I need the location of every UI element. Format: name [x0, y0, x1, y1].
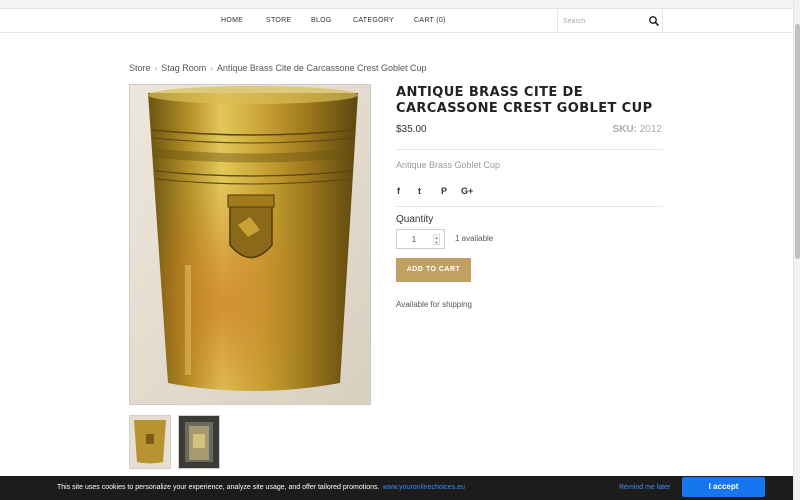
pinterest-icon[interactable]: P	[441, 186, 447, 196]
facebook-icon[interactable]: f	[397, 186, 400, 196]
scrollbar-thumb[interactable]	[795, 24, 800, 259]
twitter-icon[interactable]: t	[418, 186, 421, 196]
cookie-message: This site uses cookies to personalize yo…	[57, 484, 380, 491]
nav-home[interactable]: HOME	[221, 17, 243, 41]
product-thumbnail-2[interactable]	[178, 415, 220, 469]
accept-button[interactable]: I accept	[682, 477, 765, 497]
breadcrumb-current: Antique Brass Cite de Carcassone Crest G…	[216, 63, 427, 73]
nav-category[interactable]: CATEGORY	[353, 17, 394, 41]
nav-cart[interactable]: CART (0)	[414, 17, 446, 41]
search-input[interactable]	[563, 14, 643, 28]
scrollbar[interactable]	[793, 0, 800, 500]
nav-store[interactable]: STORE	[266, 17, 292, 41]
divider	[396, 206, 663, 207]
quantity-label: Quantity	[396, 214, 434, 225]
cookie-banner: This site uses cookies to personalize yo…	[0, 476, 793, 500]
shipping-info: Available for shipping	[396, 300, 472, 309]
chevron-right-icon: ›	[154, 64, 158, 73]
availability-text: 1 available	[455, 234, 494, 243]
nav-blog[interactable]: BLOG	[311, 17, 332, 41]
remind-later-link[interactable]: Remind me later	[619, 484, 670, 491]
breadcrumb-stag-room[interactable]: Stag Room	[161, 63, 206, 73]
product-thumbnail-1[interactable]	[129, 415, 171, 469]
chevron-right-icon: ›	[210, 64, 213, 73]
product-sku: SKU: 2012	[560, 124, 662, 135]
navbar: HOME STORE BLOG CATEGORY CART (0)	[0, 9, 793, 33]
spinner-arrows-icon[interactable]: ▲ ▼	[433, 234, 440, 245]
sku-label: SKU:	[612, 124, 637, 135]
search-icon[interactable]	[648, 15, 660, 27]
top-strip	[0, 0, 800, 9]
product-title: ANTIQUE BRASS CITE DE CARCASSONE CREST G…	[396, 85, 653, 116]
product-price: $35.00	[396, 124, 427, 135]
quantity-input[interactable]	[401, 233, 427, 246]
divider	[396, 149, 663, 150]
cookie-link[interactable]: www.youronlinechoices.eu	[382, 484, 465, 491]
google-plus-icon[interactable]: G+	[461, 186, 473, 196]
breadcrumb-store[interactable]: Store	[129, 63, 151, 73]
quantity-stepper[interactable]: ▲▼	[396, 229, 445, 249]
add-to-cart-button[interactable]: ADD TO CART	[396, 258, 471, 282]
search-box	[557, 9, 663, 33]
sku-value: 2012	[639, 124, 662, 135]
breadcrumb: Store › Stag Room › Antique Brass Cite de Ca…	[129, 63, 427, 73]
product-description: Antique Brass Goblet Cup	[396, 160, 501, 170]
cookie-text: This site uses cookies to personalize yo…	[57, 484, 465, 491]
product-main-image[interactable]	[129, 84, 371, 405]
